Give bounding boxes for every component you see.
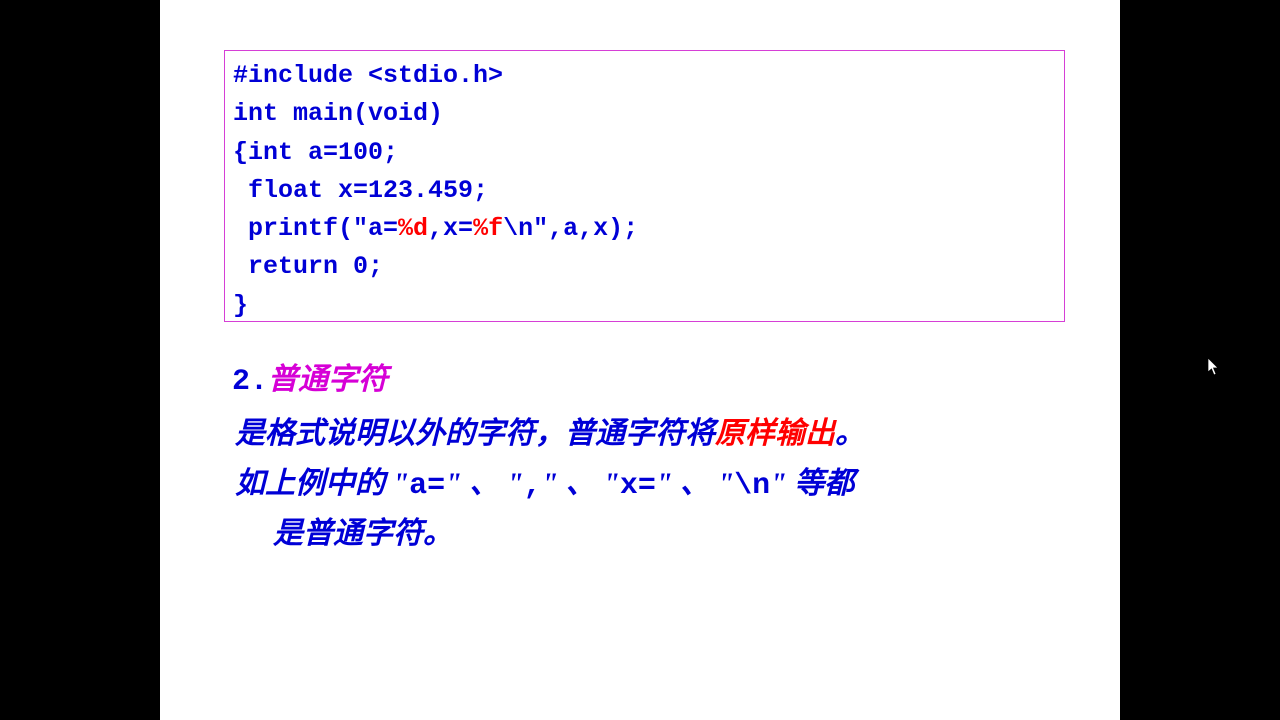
code-line-7: }	[233, 291, 248, 320]
code-line-3: {int a=100;	[233, 138, 398, 167]
code-line-6: return 0;	[233, 252, 383, 281]
literal-x-equals: x=	[620, 469, 656, 503]
p2-f: 是普通字符。	[235, 510, 1125, 558]
section-heading: 2.普通字符	[232, 354, 388, 399]
p2-e: " 等都	[770, 467, 854, 500]
code-line-5c: \n",a,x);	[503, 214, 638, 243]
mouse-cursor-icon	[1208, 358, 1220, 376]
code-line-5a: printf("a=	[233, 214, 398, 243]
p2-b: " 、 "	[445, 467, 523, 500]
literal-a-equals: a=	[409, 469, 445, 503]
format-spec-d: %d	[398, 214, 428, 243]
heading-text: 普通字符	[268, 365, 388, 399]
paragraph-2: 如上例中的 "a=" 、 "," 、 "x=" 、 "\n" 等都 是普通字符。	[235, 460, 1125, 558]
p1-text-a: 是格式说明以外的字符，普通字符将	[235, 417, 715, 450]
code-line-4: float x=123.459;	[233, 176, 488, 205]
format-spec-f: %f	[473, 214, 503, 243]
heading-number: 2.	[232, 365, 268, 399]
paragraph-1: 是格式说明以外的字符，普通字符将原样输出。	[235, 408, 865, 452]
p2-c: " 、 "	[542, 467, 620, 500]
p1-highlight: 原样输出	[715, 417, 835, 450]
literal-comma: ,	[523, 469, 541, 503]
slide-area: #include <stdio.h> int main(void) {int a…	[160, 0, 1120, 720]
code-line-1: #include <stdio.h>	[233, 61, 503, 90]
code-example-box: #include <stdio.h> int main(void) {int a…	[224, 50, 1065, 322]
p2-d: " 、 "	[656, 467, 734, 500]
p1-text-b: 。	[835, 417, 865, 450]
literal-newline: \n	[734, 469, 770, 503]
p2-a: 如上例中的 "	[235, 467, 409, 500]
code-line-2: int main(void)	[233, 99, 443, 128]
code-line-5b: ,x=	[428, 214, 473, 243]
